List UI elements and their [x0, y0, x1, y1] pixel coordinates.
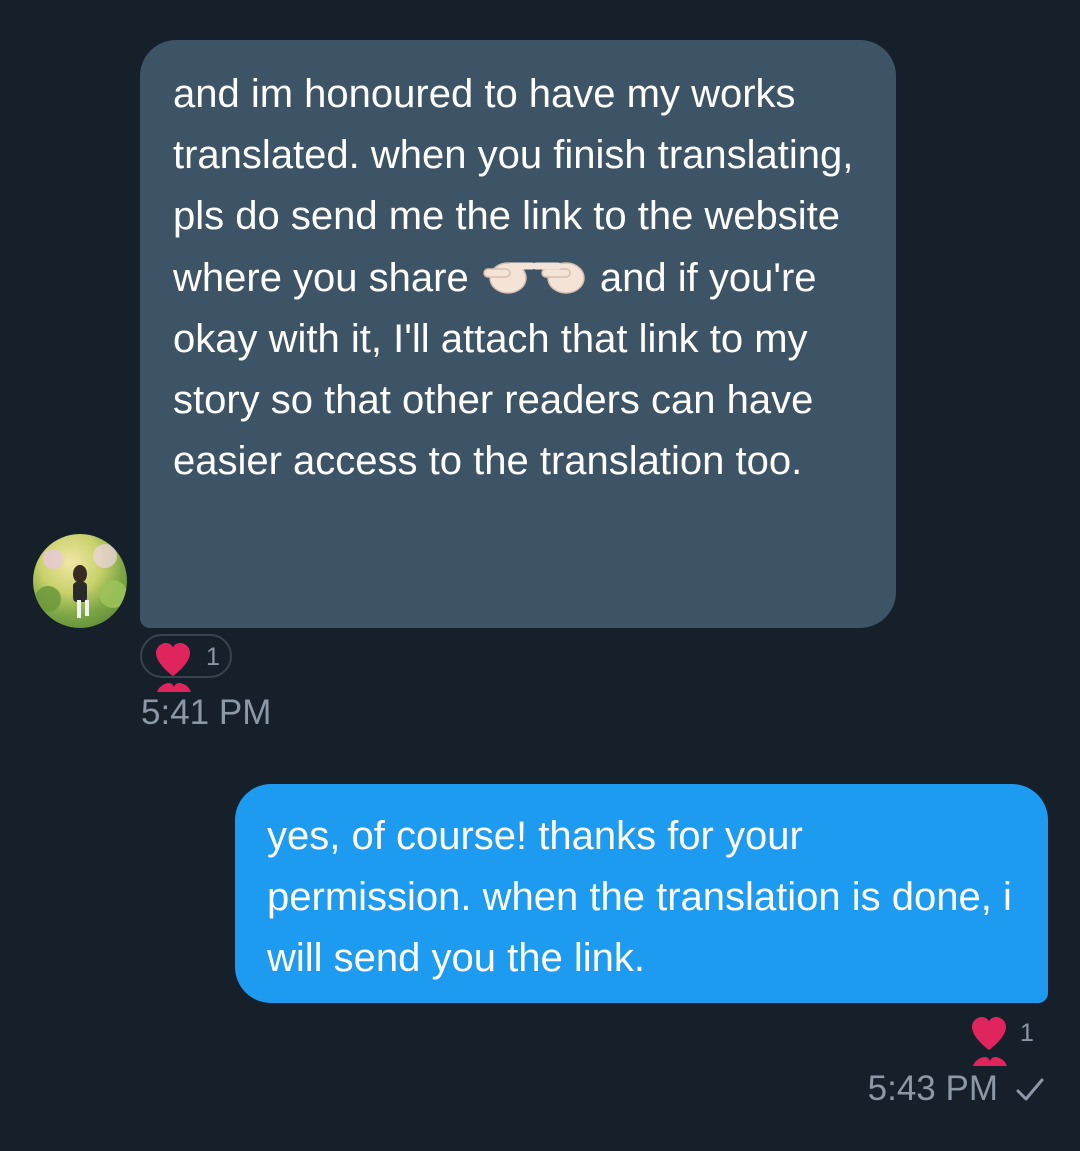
pointing-fingers-emoji-icon [482, 253, 590, 294]
incoming-reaction[interactable]: 1 [140, 634, 232, 678]
incoming-message-bubble[interactable]: and im honoured to have my works transla… [140, 40, 896, 628]
conversation-thread: and im honoured to have my works transla… [0, 0, 1080, 1151]
incoming-reaction-count: 1 [206, 643, 220, 671]
check-icon [1016, 1078, 1044, 1101]
sender-avatar[interactable] [33, 534, 127, 628]
avatar-photo-icon [35, 544, 127, 618]
incoming-message-text: and im honoured to have my works transla… [173, 64, 866, 492]
heart-fragment-icon [973, 1057, 1007, 1066]
heart-icon [156, 643, 190, 676]
outgoing-reaction-count: 1 [1020, 1019, 1034, 1047]
outgoing-message-text: yes, of course! thanks for your permissi… [267, 814, 1012, 981]
outgoing-message-bubble[interactable]: yes, of course! thanks for your permissi… [235, 784, 1048, 1003]
outgoing-timestamp: 5:43 PM [867, 1069, 998, 1108]
heart-fragment-icon [157, 683, 191, 692]
heart-icon [972, 1017, 1006, 1050]
incoming-timestamp: 5:41 PM [141, 693, 272, 732]
